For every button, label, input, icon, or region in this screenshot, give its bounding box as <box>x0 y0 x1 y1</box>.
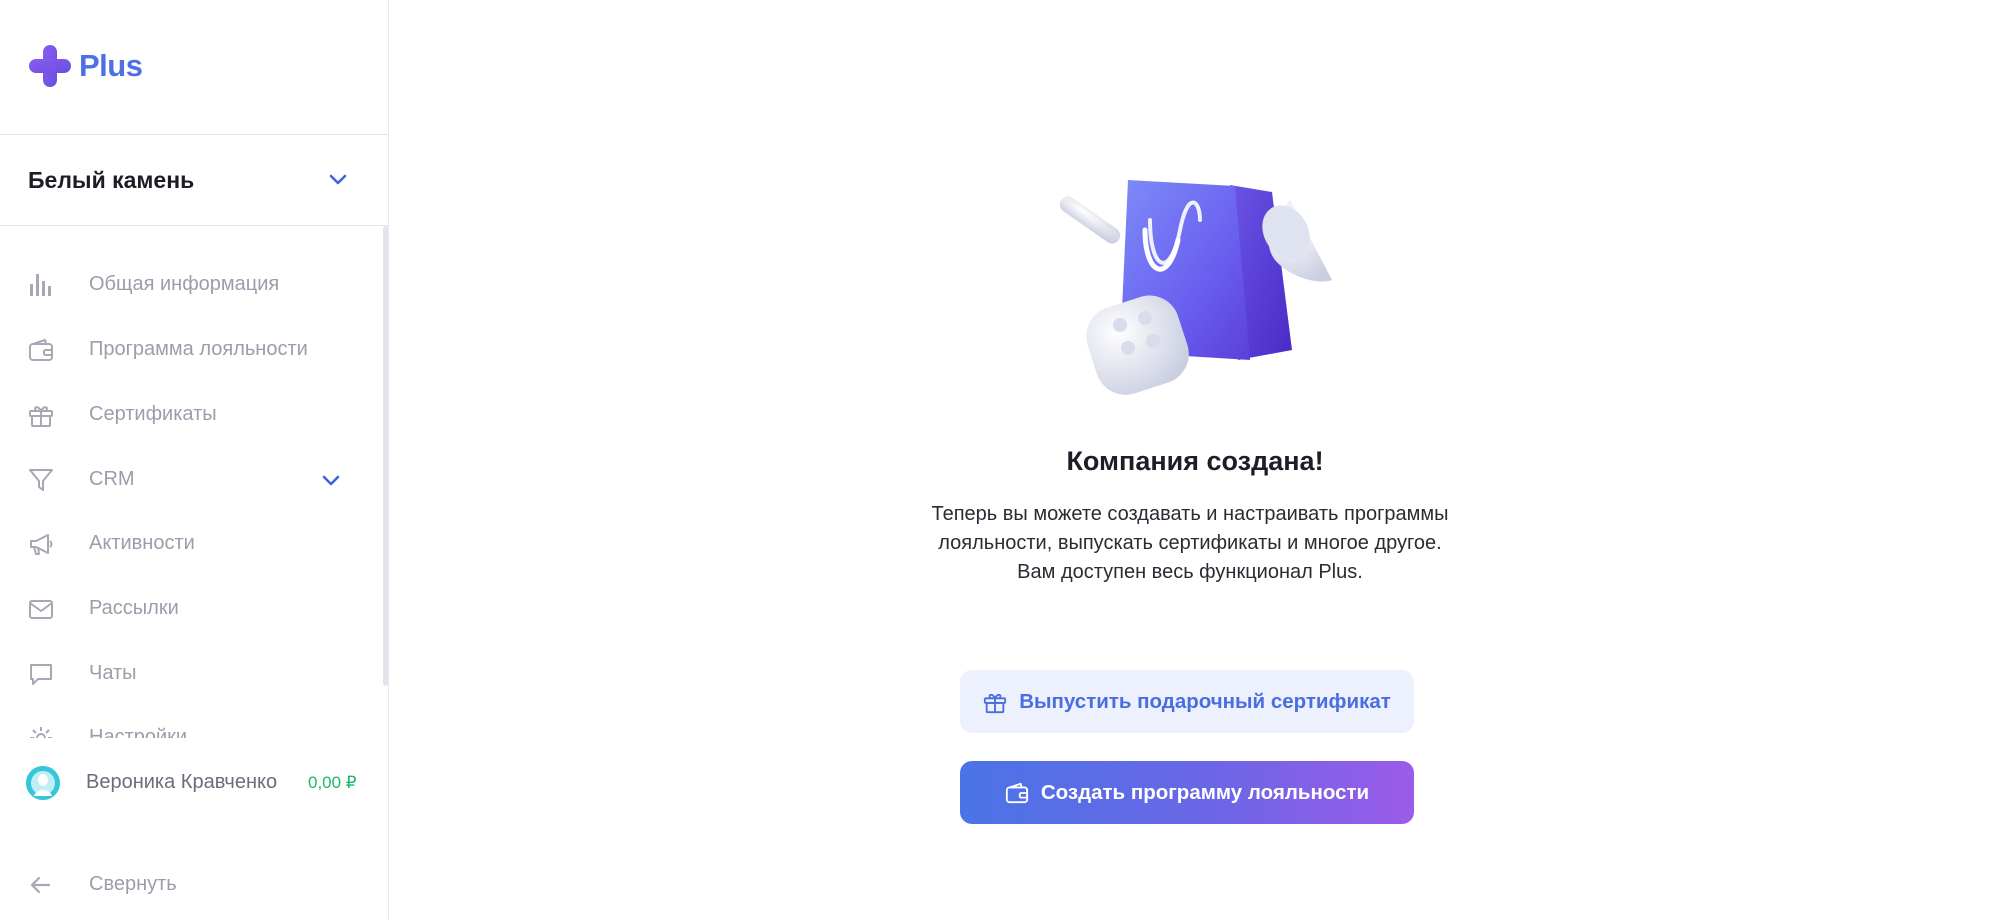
avatar <box>26 766 60 800</box>
gift-icon <box>983 690 1007 714</box>
sidebar: Plus Белый камень Общая информация Прогр… <box>0 0 389 919</box>
collapse-sidebar-button[interactable]: Свернуть <box>0 860 389 910</box>
description-line: лояльности, выпускать сертификаты и мног… <box>938 532 1442 554</box>
logo[interactable]: Plus <box>27 43 143 89</box>
sidebar-item-label: Сертификаты <box>89 403 217 425</box>
wallet-icon <box>1005 781 1029 805</box>
issue-gift-certificate-button[interactable]: Выпустить подарочный сертификат <box>960 670 1414 733</box>
funnel-icon <box>29 469 53 491</box>
sidebar-item-label: CRM <box>89 468 135 490</box>
gear-icon <box>30 727 52 738</box>
wallet-icon <box>29 339 53 361</box>
sidebar-item-activities[interactable]: Активности <box>0 519 375 569</box>
chat-icon <box>30 664 52 685</box>
sidebar-item-label: Рассылки <box>89 597 179 619</box>
description: Теперь вы можете создавать и настраивать… <box>890 500 1490 587</box>
sidebar-item-label: Общая информация <box>89 273 280 295</box>
logo-text: Plus <box>79 48 143 83</box>
sidebar-item-chats[interactable]: Чаты <box>0 649 375 699</box>
main-content: Компания создана! Теперь вы можете созда… <box>390 0 2000 919</box>
company-selector[interactable]: Белый камень <box>0 135 389 225</box>
page-title: Компания создана! <box>1066 446 1324 476</box>
button-label: Создать программу лояльности <box>1040 780 1370 804</box>
sidebar-item-label: Активности <box>89 532 195 554</box>
gift-icon <box>29 406 53 427</box>
description-line: Теперь вы можете создавать и настраивать… <box>931 503 1449 525</box>
sidebar-item-label: Настройки <box>89 726 188 738</box>
avatar-image-icon <box>26 766 60 800</box>
sidebar-item-label: Программа лояльности <box>89 338 308 360</box>
create-loyalty-program-button[interactable]: Создать программу лояльности <box>960 761 1414 824</box>
sidebar-item-certificates[interactable]: Сертификаты <box>0 390 375 440</box>
collapse-label: Свернуть <box>89 873 177 895</box>
shopping-bag-illustration <box>1059 180 1332 395</box>
sidebar-scrollbar[interactable] <box>383 226 388 686</box>
sidebar-item-loyalty[interactable]: Программа лояльности <box>0 325 375 375</box>
button-label: Выпустить подарочный сертификат <box>1019 689 1391 713</box>
sidebar-item-settings[interactable]: Настройки <box>0 713 375 738</box>
arrow-left-icon <box>30 876 51 894</box>
mail-icon <box>29 600 53 619</box>
company-name: Белый камень <box>28 166 195 193</box>
megaphone-icon <box>30 534 53 555</box>
user-profile[interactable]: Вероника Кравченко 0,00 ₽ <box>0 758 389 808</box>
sidebar-item-label: Чаты <box>89 662 137 684</box>
user-name: Вероника Кравченко <box>86 771 278 793</box>
sidebar-nav: Общая информация Программа лояльности Се… <box>0 226 389 738</box>
sidebar-item-crm[interactable]: CRM <box>0 455 375 505</box>
chevron-down-icon[interactable] <box>319 468 343 492</box>
description-line: Вам доступен весь функционал Plus. <box>1017 561 1363 583</box>
user-balance: 0,00 ₽ <box>308 773 357 792</box>
plus-logo-icon <box>29 45 71 87</box>
bar-chart-icon <box>30 274 51 296</box>
sidebar-item-mailings[interactable]: Рассылки <box>0 584 375 634</box>
chevron-down-icon <box>329 174 347 185</box>
sidebar-item-overview[interactable]: Общая информация <box>0 260 375 310</box>
app-root: Plus Белый камень Общая информация Прогр… <box>0 0 2000 919</box>
